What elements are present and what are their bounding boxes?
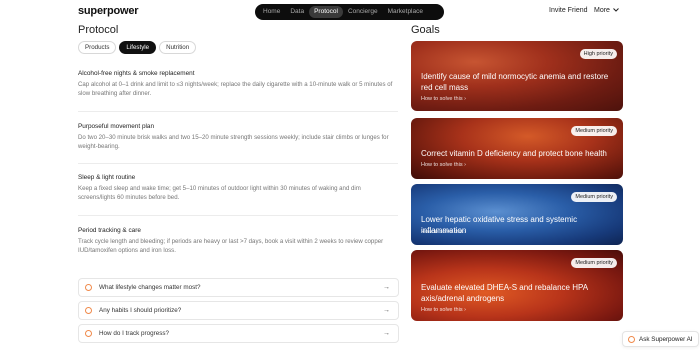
priority-badge: Medium priority	[571, 126, 617, 136]
protocol-tabs: Products Lifestyle Nutrition	[78, 41, 197, 54]
how-to-solve-label: How to solve this	[421, 162, 463, 168]
faq-question-text: What lifestyle changes matter most?	[99, 284, 201, 291]
sparkle-ring-icon	[85, 284, 92, 291]
faq-question-button[interactable]: How do I track progress? →	[78, 324, 399, 343]
protocol-item-title: Alcohol-free nights & smoke replacement	[78, 70, 195, 77]
protocol-item-description: Cap alcohol at 0–1 drink and limit to ≤3…	[78, 81, 393, 97]
protocol-item-description: Keep a fixed sleep and wake time; get 5–…	[78, 185, 361, 201]
goal-card[interactable]: Medium priority Evaluate elevated DHEA-S…	[411, 250, 623, 321]
goal-card[interactable]: High priority Identify cause of mild nor…	[411, 41, 623, 111]
arrow-right-icon: →	[383, 307, 390, 314]
how-to-solve-link[interactable]: How to solve this ›	[421, 96, 466, 102]
protocol-item-title: Purposeful movement plan	[78, 123, 155, 130]
priority-badge: High priority	[579, 49, 617, 59]
protocol-item: Sleep & light routine Keep a fixed sleep…	[78, 174, 398, 202]
chevron-right-icon: ›	[464, 96, 466, 102]
protocol-item-title: Sleep & light routine	[78, 174, 136, 181]
faq-question-text: How do I track progress?	[99, 330, 169, 337]
sparkle-ring-icon	[85, 330, 92, 337]
ask-ai-button[interactable]: Ask Superpower AI	[622, 331, 699, 347]
goal-card[interactable]: Medium priority Lower hepatic oxidative …	[411, 184, 623, 245]
brand-logo[interactable]: superpower	[78, 5, 139, 17]
arrow-right-icon: →	[383, 330, 390, 337]
nav-item-concierge[interactable]: Concierge	[343, 6, 383, 18]
how-to-solve-label: How to solve this	[421, 229, 463, 235]
nav-item-home[interactable]: Home	[258, 6, 285, 18]
faq-question-text: Any habits I should prioritize?	[99, 307, 182, 314]
sparkle-ring-icon	[628, 335, 635, 343]
tab-products[interactable]: Products	[78, 41, 117, 54]
invite-friend-link[interactable]: Invite Friend	[549, 7, 588, 14]
faq-question-button[interactable]: Any habits I should prioritize? →	[78, 301, 399, 320]
sparkle-ring-icon	[85, 307, 92, 314]
nav-item-marketplace[interactable]: Marketplace	[383, 6, 428, 18]
how-to-solve-label: How to solve this	[421, 96, 463, 102]
goal-title: Identify cause of mild normocytic anemia…	[421, 72, 609, 92]
how-to-solve-label: How to solve this	[421, 307, 463, 313]
faq-question-button[interactable]: What lifestyle changes matter most? →	[78, 278, 399, 297]
ask-ai-label: Ask Superpower AI	[639, 335, 693, 343]
goals-heading: Goals	[411, 24, 440, 36]
protocol-item-description: Track cycle length and bleeding; if peri…	[78, 238, 384, 254]
protocol-item: Purposeful movement plan Do two 20–30 mi…	[78, 123, 398, 151]
tab-nutrition[interactable]: Nutrition	[159, 41, 197, 54]
goal-title: Evaluate elevated DHEA-S and rebalance H…	[421, 283, 588, 303]
protocol-item: Period tracking & care Track cycle lengt…	[78, 227, 398, 255]
goal-card[interactable]: Medium priority Correct vitamin D defici…	[411, 118, 623, 179]
protocol-item-description: Do two 20–30 minute brisk walks and two …	[78, 134, 389, 150]
more-menu-button[interactable]: More	[594, 7, 619, 14]
chevron-right-icon: ›	[464, 307, 466, 313]
nav-item-protocol[interactable]: Protocol	[309, 6, 343, 18]
chevron-right-icon: ›	[464, 229, 466, 235]
priority-badge: Medium priority	[571, 258, 617, 268]
divider	[78, 163, 398, 164]
protocol-item: Alcohol-free nights & smoke replacement …	[78, 70, 398, 98]
protocol-item-title: Period tracking & care	[78, 227, 141, 234]
divider	[78, 111, 398, 112]
divider	[78, 215, 398, 216]
how-to-solve-link[interactable]: How to solve this ›	[421, 162, 466, 168]
tab-lifestyle[interactable]: Lifestyle	[119, 41, 157, 54]
arrow-right-icon: →	[383, 284, 390, 291]
goal-title: Correct vitamin D deficiency and protect…	[421, 149, 607, 158]
top-navigation: Home Data Protocol Concierge Marketplace	[255, 4, 444, 20]
more-label: More	[594, 7, 610, 14]
how-to-solve-link[interactable]: How to solve this ›	[421, 307, 466, 313]
how-to-solve-link[interactable]: How to solve this ›	[421, 229, 466, 235]
nav-item-data[interactable]: Data	[285, 6, 309, 18]
chevron-down-icon	[613, 7, 619, 14]
chevron-right-icon: ›	[464, 162, 466, 168]
protocol-heading: Protocol	[78, 24, 119, 36]
priority-badge: Medium priority	[571, 192, 617, 202]
